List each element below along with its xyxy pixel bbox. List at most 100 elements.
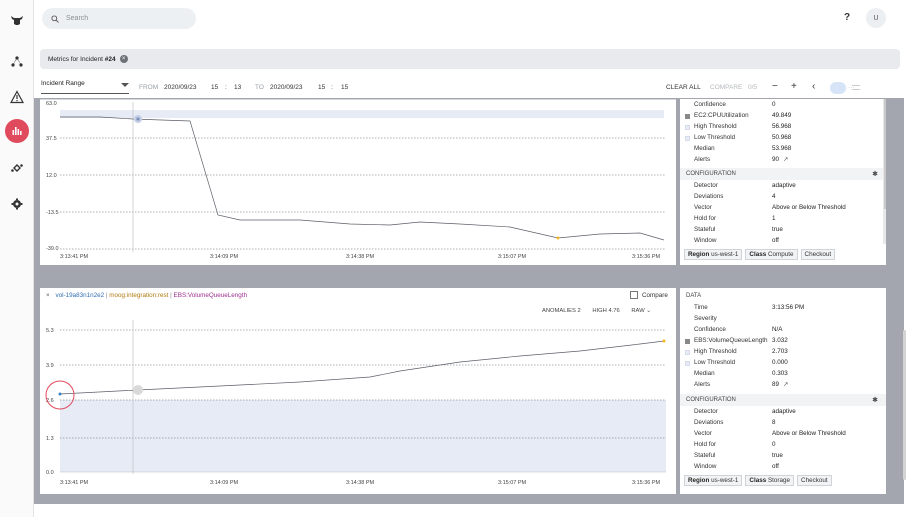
detail-row-alerts: Alerts 89 ↗: [680, 379, 886, 390]
details-panel-1: Confidence 0 EC2:CPUUtilization 49.849 Hig…: [680, 99, 886, 265]
tag-value: us-west-1: [711, 251, 739, 258]
config-row: Vector Above or Below Threshold: [680, 202, 886, 213]
range-select[interactable]: Incident Range: [41, 80, 129, 94]
metrics-chart-icon[interactable]: [5, 119, 29, 143]
config-label: Deviations: [694, 193, 724, 200]
config-value: 8: [772, 419, 776, 426]
to-hour-input[interactable]: 15: [318, 84, 325, 91]
tag-class[interactable]: Class Compute: [745, 249, 798, 260]
detail-row-time: Time 3:13:56 PM: [680, 302, 886, 313]
from-hour-input[interactable]: 15: [211, 84, 218, 91]
layout-toggle-list-icon[interactable]: [852, 85, 860, 90]
from-date-input[interactable]: 2020/09/23: [164, 84, 197, 91]
config-label: Hold for: [694, 215, 717, 222]
threshold-legend-swatch: [685, 125, 690, 130]
tag-value: Checkout: [804, 251, 832, 258]
tag-value: Compute: [767, 251, 794, 258]
alerts-count-link[interactable]: 90: [772, 156, 779, 163]
integrations-icon[interactable]: [5, 156, 29, 180]
x-tick: 3:14:09 PM: [210, 480, 239, 486]
zoom-in-button[interactable]: +: [791, 81, 797, 92]
page-scrollbar[interactable]: [903, 330, 906, 480]
incident-chip[interactable]: Metrics for Incident #24: [48, 56, 116, 63]
to-label: TO: [255, 84, 264, 91]
y-tick: 1.3: [46, 436, 54, 442]
help-button[interactable]: ?: [844, 12, 850, 23]
clear-all-button[interactable]: CLEAR ALL: [666, 84, 701, 91]
zoom-out-button[interactable]: −: [772, 81, 778, 92]
tag-class[interactable]: Class Storage: [745, 475, 795, 486]
config-row: Deviations 8: [680, 417, 886, 428]
config-row: Detector adaptive: [680, 406, 886, 417]
detail-row-severity: Severity: [680, 313, 886, 324]
tag-service[interactable]: Checkout: [800, 249, 836, 260]
config-label: Vector: [694, 430, 712, 437]
hover-point-core: [136, 117, 140, 121]
compare-button[interactable]: COMPARE: [710, 84, 742, 91]
section-title: CONFIGURATION: [686, 171, 736, 177]
chart-2-plot[interactable]: 5.3 3.9 2.6 1.3 0.0 3:13:41 PM 3:14:09 P…: [40, 288, 676, 494]
data-header: DATA: [680, 290, 886, 302]
to-minute-input[interactable]: 15: [341, 84, 348, 91]
anomaly-point[interactable]: [556, 236, 560, 240]
chevron-down-icon: [121, 83, 129, 87]
x-tick: 3:14:09 PM: [210, 254, 239, 260]
avatar[interactable]: U: [866, 8, 886, 28]
alerts-count-link[interactable]: 89: [772, 381, 779, 388]
series-legend-swatch: [685, 339, 690, 344]
config-row: Detector adaptive: [680, 180, 886, 191]
detail-label: Median: [694, 145, 715, 152]
chip-close-icon[interactable]: ×: [119, 55, 128, 63]
tag-service[interactable]: Checkout: [797, 475, 832, 486]
config-value: Above or Below Threshold: [772, 430, 846, 437]
detail-label: Alerts: [694, 381, 711, 388]
search-input[interactable]: Search: [42, 8, 196, 29]
y-tick: 0.0: [46, 470, 54, 476]
config-value: 0: [772, 441, 776, 448]
anomaly-point[interactable]: [662, 339, 666, 343]
metric-chart-2[interactable]: × vol-19a83n1n2e2 | moog:integration:res…: [40, 288, 676, 494]
y-tick: 5.3: [46, 328, 54, 334]
panel-scrollbar-thumb[interactable]: [884, 99, 886, 209]
config-label: Deviations: [694, 419, 724, 426]
left-nav-rail: [0, 0, 34, 517]
tag-region[interactable]: Region us-west-1: [684, 249, 743, 260]
from-minute-input[interactable]: 13: [234, 84, 241, 91]
detail-label: EC2:CPUUtilization: [694, 112, 749, 119]
config-label: Vector: [694, 204, 712, 211]
detail-label: Low Threshold: [694, 359, 736, 366]
detail-value: 49.849: [772, 112, 792, 119]
settings-gear-icon[interactable]: [5, 192, 29, 216]
detail-row-low-threshold: Low Threshold 0.000: [680, 357, 886, 368]
external-link-icon[interactable]: ↗: [783, 381, 788, 388]
tag-key: Class: [749, 251, 767, 258]
x-tick: 3:15:07 PM: [498, 254, 527, 260]
alert-triangle-icon[interactable]: [5, 85, 29, 109]
detail-row-high-threshold: High Threshold 2.703: [680, 346, 886, 357]
x-tick: 3:15:36 PM: [632, 480, 661, 486]
settings-gear-icon[interactable]: ✱: [872, 170, 878, 178]
tag-region[interactable]: Region us-west-1: [684, 475, 743, 486]
tag-value: Storage: [767, 477, 791, 484]
topology-icon[interactable]: [5, 50, 29, 74]
y-tick: 12.0: [46, 173, 57, 179]
threshold-legend-swatch: [685, 136, 690, 141]
chart-1-plot[interactable]: 63.0 37.5 12.0 -13.5 -39.0 3:13:41 PM 3:…: [40, 100, 676, 266]
tag-list: Region us-west-1 Class Storage Checkout: [680, 472, 886, 489]
config-row: Window off: [680, 235, 886, 246]
config-row: Window off: [680, 461, 886, 472]
external-link-icon[interactable]: ↗: [783, 156, 788, 163]
anomaly-point[interactable]: [58, 392, 62, 396]
details-panel-2: DATA Time 3:13:56 PM Severity Confidence N…: [680, 288, 886, 494]
y-tick: -13.5: [46, 210, 59, 216]
layout-toggle-active[interactable]: [830, 82, 846, 94]
prev-range-button[interactable]: ‹: [812, 81, 815, 92]
moogsoft-logo-icon[interactable]: [5, 8, 29, 32]
config-label: Window: [694, 237, 717, 244]
config-value: true: [772, 226, 783, 233]
settings-gear-icon[interactable]: ✱: [872, 396, 878, 404]
metric-chart-1[interactable]: 63.0 37.5 12.0 -13.5 -39.0 3:13:41 PM 3:…: [40, 99, 676, 265]
config-label: Detector: [694, 182, 718, 189]
detail-row-median: Median 53.968: [680, 143, 886, 154]
to-date-input[interactable]: 2020/09/23: [270, 84, 303, 91]
